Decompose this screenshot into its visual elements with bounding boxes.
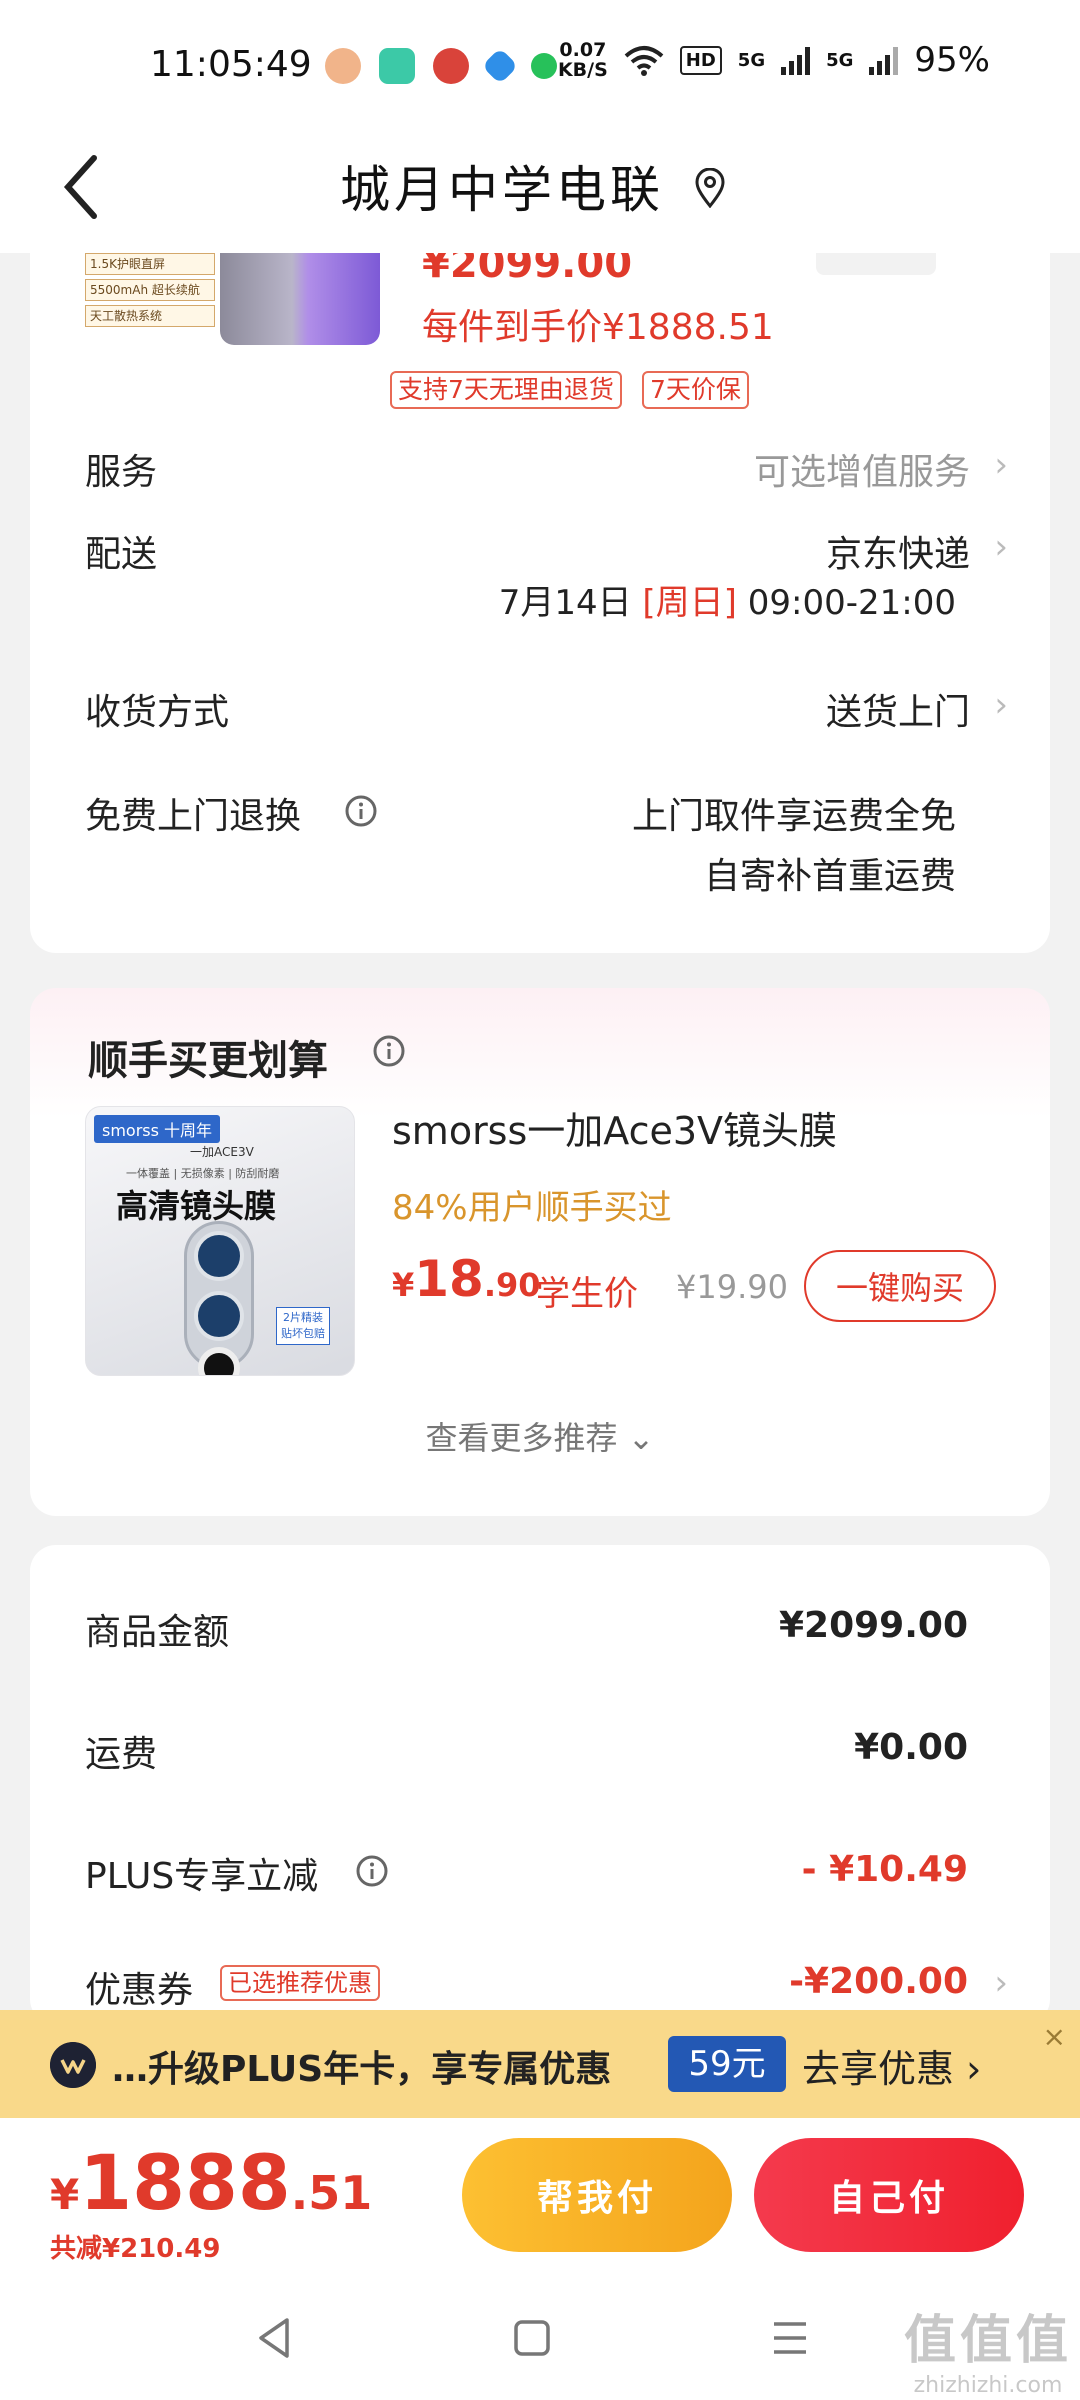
hd-icon: HD [679,45,722,75]
price-protect-badge: 7天价保 [642,371,749,409]
quantity-stepper[interactable] [816,253,936,275]
delivery-label: 配送 [85,534,158,575]
signal-icon [781,45,811,75]
camera-lens [194,1231,244,1281]
free-return-label: 免费上门退换 [85,796,302,837]
help-me-pay-button[interactable]: 帮我付 [462,2138,732,2252]
coupon-value[interactable]: -¥200.00 [789,1961,968,2002]
info-icon[interactable] [372,1034,406,1068]
product-image[interactable] [220,253,380,345]
unit-price: 每件到手价¥1888.51 [422,307,774,348]
shipping-value: ¥0.00 [854,1727,968,1768]
info-icon[interactable] [355,1854,389,1888]
signal-icon [869,45,899,75]
battery-level: 95% [914,40,990,80]
coupon-recommended-tag: 已选推荐优惠 [220,1965,380,2001]
network-speed: 0.07 KB/S [557,39,608,81]
page-title: 城月中学电联 [340,161,664,219]
product-feature-tag: 5500mAh 超长续航 [85,279,215,301]
app-notification-icon [481,47,519,85]
plus-discount-label: PLUS专享立减 [85,1856,319,1897]
order-info-card: 1.5K护眼直屏 5500mAh 超长续航 天工散热系统 ¥2099.00 每件… [30,253,1050,953]
recommend-product-name[interactable]: smorss一加Ace3V镜头膜 [392,1100,837,1155]
coupon-label: 优惠券 [85,1970,194,2011]
watermark-logo: 值值值 [903,2311,1072,2371]
goods-amount-value: ¥2099.00 [778,1605,968,1646]
watermark: 值值值 zhizhizhi.com [904,2298,1072,2398]
location-pin-icon[interactable] [693,168,727,208]
service-label: 服务 [85,452,158,493]
chevron-right-icon[interactable]: › [994,445,1008,485]
recommend-product-image[interactable]: smorss 十周年 一加ACE3V 一体覆盖 | 无损像素 | 防刮耐磨 高清… [85,1106,355,1376]
free-return-line2: 自寄补首重运费 [703,856,956,897]
nav-back-icon[interactable] [245,2308,305,2368]
camera-lens [194,1291,244,1341]
network-type-2: 5G [826,49,854,71]
back-arrow-icon[interactable] [58,152,108,222]
amount-summary-card: 商品金额 ¥2099.00 运费 ¥0.00 PLUS专享立减 - ¥10.49… [30,1545,1050,2025]
product-feature-tag: 1.5K护眼直屏 [85,253,215,275]
pay-myself-button[interactable]: 自己付 [754,2138,1024,2252]
chevron-right-icon[interactable]: › [994,685,1008,725]
service-value[interactable]: 可选增值服务 [754,443,970,495]
nav-menu-icon[interactable] [760,2308,820,2368]
app-notification-icon [531,53,557,79]
thumb-brand: smorss 十周年 [94,1115,221,1143]
thumb-model: 一加ACE3V [190,1145,254,1159]
total-discount: 共减¥210.49 [50,2234,221,2264]
app-notification-icon [325,48,361,84]
free-return-line1: 上门取件享运费全免 [631,796,956,837]
one-click-buy-button[interactable]: 一键购买 [804,1250,996,1322]
total-price: ¥1888.51 [50,2138,373,2227]
network-type-1: 5G [737,49,766,71]
close-icon[interactable]: × [1043,2020,1066,2053]
info-icon[interactable] [344,794,378,828]
recommend-card: 顺手买更划算 smorss 十周年 一加ACE3V 一体覆盖 | 无损像素 | … [30,988,1050,1516]
recommend-price: ¥18.90 [392,1250,541,1308]
plus-banner-text: …升级PLUS年卡，享专属优惠 [112,2049,612,2090]
thumb-pack-tag: 2片精装 贴坏包赔 [276,1307,330,1345]
receive-method-label: 收货方式 [85,692,230,733]
status-time: 11:05:49 [150,44,312,85]
plus-cta-link[interactable]: 去享优惠 › [802,2038,981,2093]
product-feature-tag: 天工散热系统 [85,305,215,327]
plus-member-icon [50,2042,96,2088]
checkout-bar: ¥1888.51 共减¥210.49 帮我付 自己付 值值值 zhizhizhi… [0,2118,1080,2400]
delivery-carrier[interactable]: 京东快递 [826,525,970,577]
recommend-buy-ratio: 84%用户顺手买过 [392,1188,672,1228]
status-right: 0.07 KB/S HD 5G 5G 95% [558,40,990,80]
delivery-time: 7月14日 [周日] 09:00-21:00 [498,583,956,623]
return-policy-badge: 支持7天无理由退货 [390,371,622,409]
plus-discount-value: - ¥10.49 [801,1849,968,1890]
receive-method-value[interactable]: 送货上门 [826,683,970,735]
recommend-title: 顺手买更划算 [88,1038,328,1084]
status-bar: 11:05:49 0.07 KB/S HD 5G 5G 95% [0,0,1080,130]
chevron-right-icon[interactable]: › [994,527,1008,567]
status-app-icons [325,47,557,85]
wifi-icon [624,46,664,76]
goods-amount-label: 商品金额 [85,1612,230,1653]
thumb-headline: 高清镜头膜 [116,1187,277,1225]
thumb-features: 一体覆盖 | 无损像素 | 防刮耐磨 [126,1167,280,1180]
original-price: ¥19.90 [676,1268,788,1306]
app-notification-icon [433,48,469,84]
chevron-right-icon[interactable]: › [994,1963,1008,2003]
app-notification-icon [379,48,415,84]
plus-upgrade-banner[interactable]: …升级PLUS年卡，享专属优惠 59元 去享优惠 › × [0,2010,1080,2118]
student-price-label: 学生价 [536,1274,638,1314]
shipping-label: 运费 [85,1734,158,1775]
see-more-recommend-link[interactable]: 查看更多推荐 ⌄ [30,1413,1050,1459]
page-header: 城月中学电联 [0,130,1080,253]
nav-home-icon[interactable] [502,2308,562,2368]
plus-price-badge: 59元 [668,2036,786,2092]
